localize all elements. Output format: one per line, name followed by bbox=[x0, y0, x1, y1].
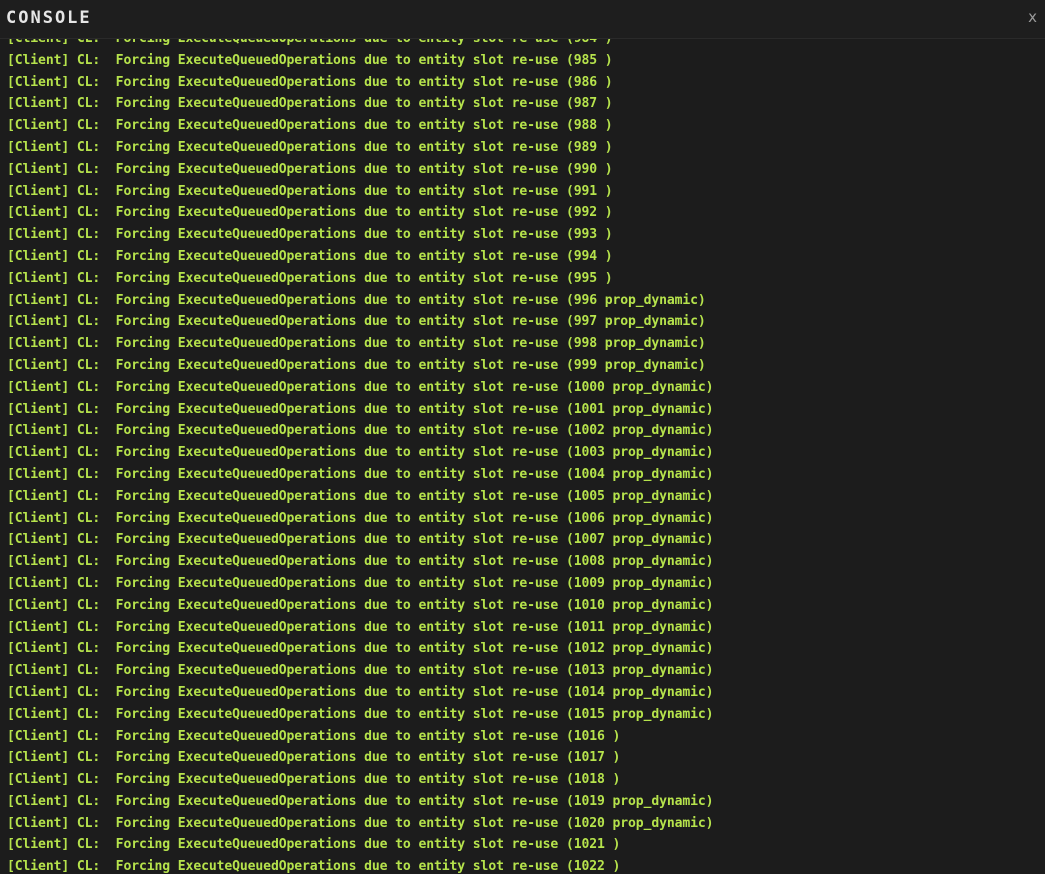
log-line: [Client] CL: Forcing ExecuteQueuedOperat… bbox=[7, 728, 621, 744]
close-button[interactable]: x bbox=[1028, 8, 1037, 26]
log-line: [Client] CL: Forcing ExecuteQueuedOperat… bbox=[7, 357, 706, 373]
log-line: [Client] CL: Forcing ExecuteQueuedOperat… bbox=[7, 52, 613, 68]
log-line: [Client] CL: Forcing ExecuteQueuedOperat… bbox=[7, 445, 714, 461]
log-line: [Client] CL: Forcing ExecuteQueuedOperat… bbox=[7, 379, 714, 395]
console-window: CONSOLE x [Client] CL: Forcing ExecuteQu… bbox=[0, 0, 1045, 874]
log-line: [Client] CL: Forcing ExecuteQueuedOperat… bbox=[7, 706, 714, 722]
log-line: [Client] CL: Forcing ExecuteQueuedOperat… bbox=[7, 205, 613, 221]
log-line: [Client] CL: Forcing ExecuteQueuedOperat… bbox=[7, 248, 613, 264]
log-line: [Client] CL: Forcing ExecuteQueuedOperat… bbox=[7, 488, 714, 504]
log-line: [Client] CL: Forcing ExecuteQueuedOperat… bbox=[7, 74, 613, 90]
log-line: [Client] CL: Forcing ExecuteQueuedOperat… bbox=[7, 554, 714, 570]
console-title: CONSOLE bbox=[6, 8, 92, 28]
log-line: [Client] CL: Forcing ExecuteQueuedOperat… bbox=[7, 270, 613, 286]
log-line: [Client] CL: Forcing ExecuteQueuedOperat… bbox=[7, 684, 714, 700]
log-line: [Client] CL: Forcing ExecuteQueuedOperat… bbox=[7, 314, 706, 330]
log-line: [Client] CL: Forcing ExecuteQueuedOperat… bbox=[7, 227, 613, 243]
log-line: [Client] CL: Forcing ExecuteQueuedOperat… bbox=[7, 815, 714, 831]
log-line: [Client] CL: Forcing ExecuteQueuedOperat… bbox=[7, 336, 706, 352]
log-line: [Client] CL: Forcing ExecuteQueuedOperat… bbox=[7, 793, 714, 809]
log-line: [Client] CL: Forcing ExecuteQueuedOperat… bbox=[7, 663, 714, 679]
console-log[interactable]: [Client] CL: Forcing ExecuteQueuedOperat… bbox=[0, 39, 1045, 874]
log-line: [Client] CL: Forcing ExecuteQueuedOperat… bbox=[7, 183, 613, 199]
log-line: [Client] CL: Forcing ExecuteQueuedOperat… bbox=[7, 750, 621, 766]
log-line: [Client] CL: Forcing ExecuteQueuedOperat… bbox=[7, 575, 714, 591]
log-line: [Client] CL: Forcing ExecuteQueuedOperat… bbox=[7, 423, 714, 439]
log-line: [Client] CL: Forcing ExecuteQueuedOperat… bbox=[7, 532, 714, 548]
log-line: [Client] CL: Forcing ExecuteQueuedOperat… bbox=[7, 39, 1037, 50]
log-line: [Client] CL: Forcing ExecuteQueuedOperat… bbox=[7, 597, 714, 613]
log-line: [Client] CL: Forcing ExecuteQueuedOperat… bbox=[7, 292, 706, 308]
log-line: [Client] CL: Forcing ExecuteQueuedOperat… bbox=[7, 161, 613, 177]
log-line: [Client] CL: Forcing ExecuteQueuedOperat… bbox=[7, 96, 613, 112]
log-line: [Client] CL: Forcing ExecuteQueuedOperat… bbox=[7, 837, 621, 853]
log-line: [Client] CL: Forcing ExecuteQueuedOperat… bbox=[7, 641, 714, 657]
log-line: [Client] CL: Forcing ExecuteQueuedOperat… bbox=[7, 466, 714, 482]
log-line: [Client] CL: Forcing ExecuteQueuedOperat… bbox=[7, 401, 714, 417]
console-log-lines: [Client] CL: Forcing ExecuteQueuedOperat… bbox=[7, 39, 1037, 874]
log-line: [Client] CL: Forcing ExecuteQueuedOperat… bbox=[7, 139, 613, 155]
log-line: [Client] CL: Forcing ExecuteQueuedOperat… bbox=[7, 772, 621, 788]
log-line: [Client] CL: Forcing ExecuteQueuedOperat… bbox=[7, 619, 714, 635]
console-titlebar: CONSOLE x bbox=[0, 0, 1045, 39]
log-line: [Client] CL: Forcing ExecuteQueuedOperat… bbox=[7, 510, 714, 526]
log-line: [Client] CL: Forcing ExecuteQueuedOperat… bbox=[7, 118, 613, 134]
log-line: [Client] CL: Forcing ExecuteQueuedOperat… bbox=[7, 859, 621, 874]
